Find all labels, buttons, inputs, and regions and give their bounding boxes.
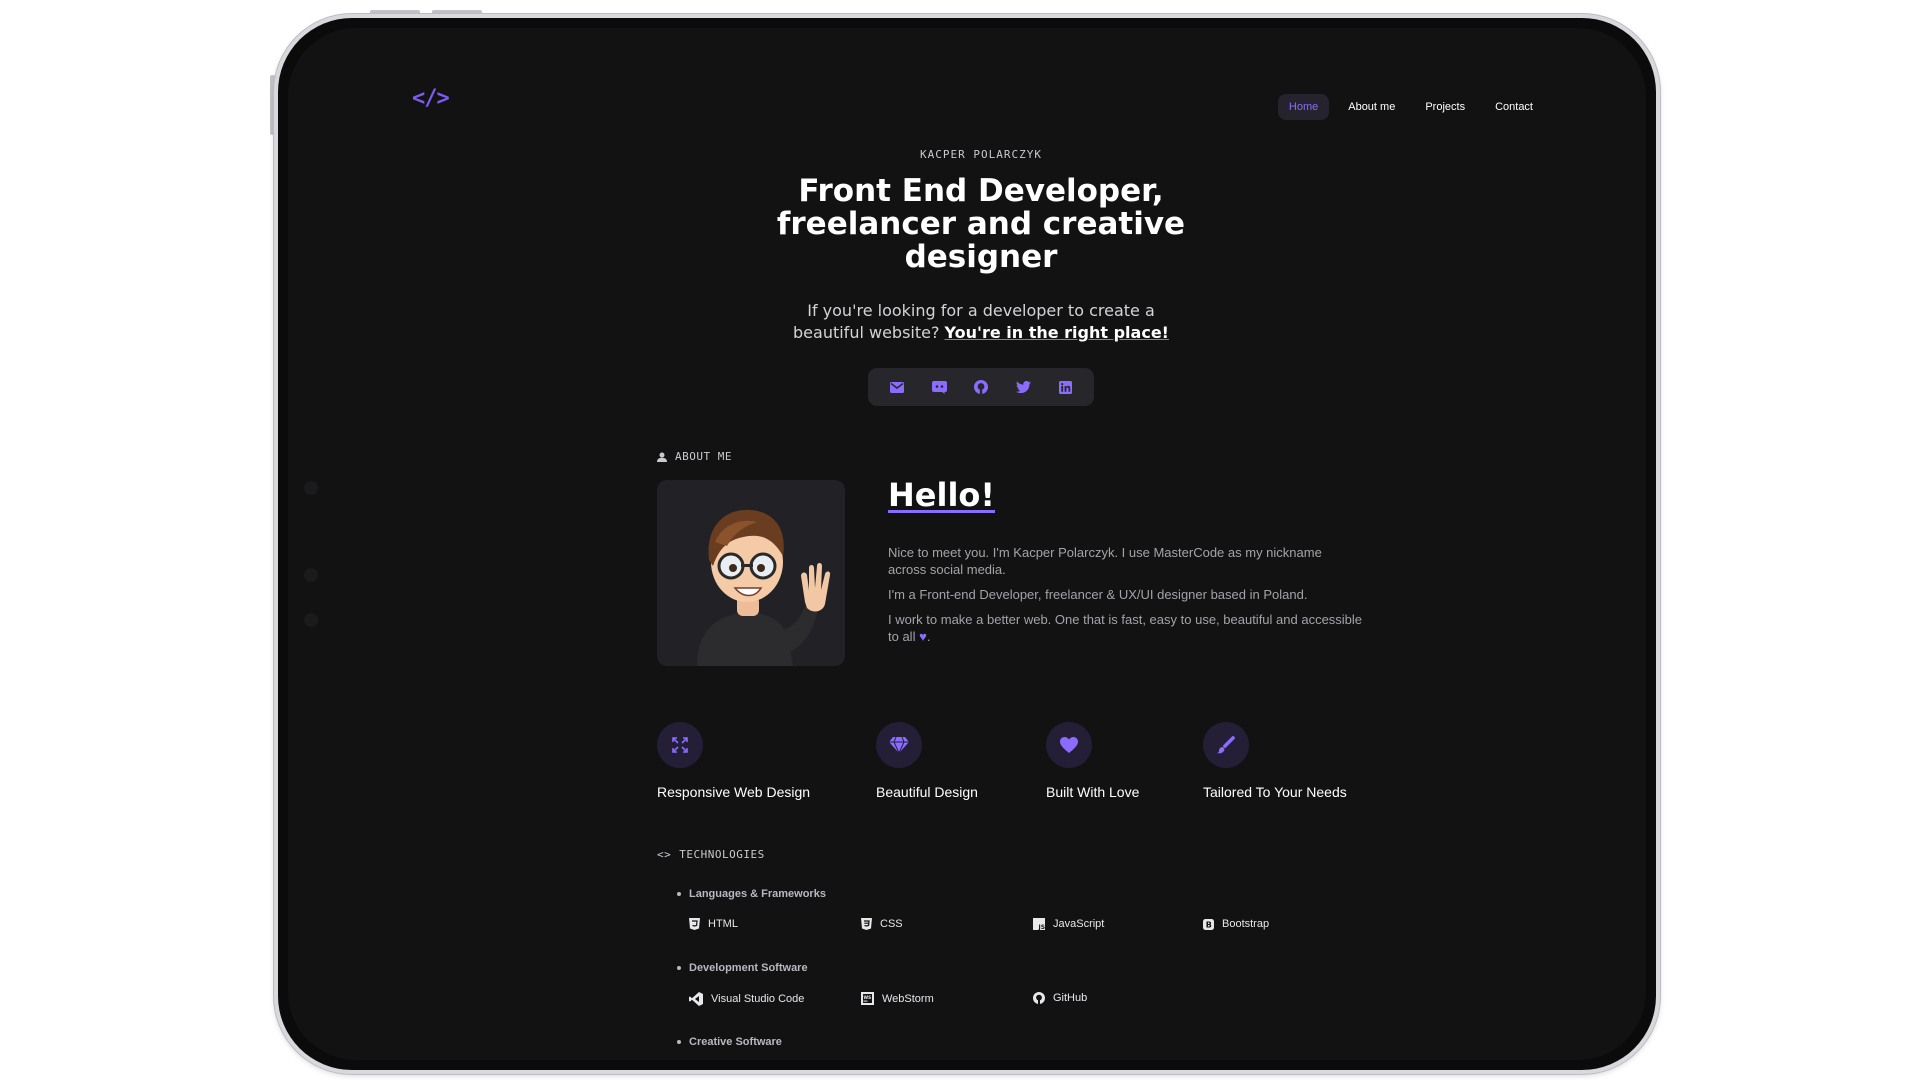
nav-links: Home About me Projects Contact (1277, 94, 1544, 120)
logo[interactable]: </> (412, 86, 450, 111)
tech-group-title-text: Languages & Frameworks (689, 888, 826, 900)
heart-icon: ♥ (919, 629, 927, 644)
about-text: Nice to meet you. I'm Kacper Polarczyk. … (888, 544, 1363, 653)
tech-item-label: HTML (708, 918, 738, 930)
tech-group-title: Creative Software (677, 1036, 782, 1048)
tech-group-title: Development Software (677, 962, 808, 974)
tech-item-javascript: JS JavaScript (1033, 918, 1104, 930)
hero-subline-link[interactable]: You're in the right place! (945, 323, 1169, 342)
vscode-icon (689, 992, 703, 1006)
tech-items: Visual Studio Code WS WebStorm GitHub (677, 992, 1087, 1012)
bullet (677, 892, 681, 896)
feature-label: Tailored To Your Needs (1203, 784, 1347, 800)
feature-label: Built With Love (1046, 784, 1140, 800)
technologies-section-label-text: TECHNOLOGIES (679, 848, 765, 861)
tech-group-creative: Creative Software (677, 1036, 782, 1048)
nav-link-home[interactable]: Home (1277, 94, 1330, 120)
hero-headline: Front End Developer, freelancer and crea… (776, 173, 1186, 275)
about-paragraph-end: . (926, 629, 931, 644)
tech-item-html: HTML (689, 918, 738, 930)
tablet-frame: </> Home About me Projects Contact KACPE… (274, 14, 1660, 1074)
person-icon (657, 452, 667, 462)
diamond-icon (876, 722, 922, 768)
brush-icon (1203, 722, 1249, 768)
about-section-label-text: ABOUT ME (675, 450, 732, 463)
avatar (657, 480, 845, 666)
mail-icon[interactable] (885, 375, 909, 399)
tech-group-development: Development Software Visual Studio Code … (677, 962, 1087, 1012)
features-row: Responsive Web Design Beautiful Design B… (657, 722, 1417, 802)
about-section-label: ABOUT ME (657, 450, 732, 463)
code-icon: <> (657, 848, 672, 861)
svg-text:JS: JS (1038, 924, 1046, 930)
tech-item-webstorm: WS WebStorm (861, 992, 934, 1005)
linkedin-icon[interactable] (1053, 375, 1077, 399)
tech-group-title: Languages & Frameworks (677, 888, 826, 900)
tech-item-label: WebStorm (882, 992, 934, 1005)
html5-icon (689, 918, 700, 930)
feature-label: Beautiful Design (876, 784, 978, 800)
nav-link-about[interactable]: About me (1337, 94, 1406, 120)
about-paragraph: Nice to meet you. I'm Kacper Polarczyk. … (888, 545, 1322, 577)
javascript-icon: JS (1033, 918, 1045, 930)
tech-group-title-text: Development Software (689, 962, 808, 974)
about-paragraph: I'm a Front-end Developer, freelancer & … (888, 587, 1308, 602)
hero-eyebrow: KACPER POLARCZYK (920, 148, 1042, 161)
side-dot (304, 613, 318, 627)
discord-icon[interactable] (927, 375, 951, 399)
screen: </> Home About me Projects Contact KACPE… (288, 28, 1646, 1060)
tech-item-github: GitHub (1033, 992, 1087, 1004)
svg-text:B: B (1206, 920, 1212, 929)
bullet (677, 1040, 681, 1044)
feature-label: Responsive Web Design (657, 784, 811, 800)
side-dot (304, 568, 318, 582)
nav-link-contact[interactable]: Contact (1484, 94, 1544, 120)
tablet-bezel: </> Home About me Projects Contact KACPE… (278, 18, 1656, 1070)
nav-link-projects[interactable]: Projects (1414, 94, 1476, 120)
feature-tailored: Tailored To Your Needs (1203, 722, 1347, 800)
tech-item-label: CSS (880, 918, 903, 930)
heart-icon (1046, 722, 1092, 768)
tech-item-label: Visual Studio Code (711, 993, 805, 1005)
tech-item-css: CSS (861, 918, 903, 930)
page-content: </> Home About me Projects Contact KACPE… (322, 74, 1640, 1060)
bullet (677, 966, 681, 970)
technologies-section-label: <> TECHNOLOGIES (657, 848, 765, 861)
bootstrap-icon: B (1203, 918, 1214, 930)
about-paragraph-text: I work to make a better web. One that is… (888, 612, 1363, 644)
css3-icon (861, 918, 872, 930)
social-links (868, 368, 1094, 406)
side-dot (304, 481, 318, 495)
tech-group-languages: Languages & Frameworks HTML CSS JS JavaS… (677, 888, 1269, 938)
tech-item-label: Bootstrap (1222, 918, 1270, 930)
github-icon (1033, 992, 1045, 1004)
webstorm-icon: WS (861, 992, 874, 1005)
svg-text:WS: WS (864, 995, 872, 1000)
tech-items: HTML CSS JS JavaScript B Bootstrap (677, 918, 1269, 938)
feature-love: Built With Love (1046, 722, 1139, 800)
expand-icon (657, 722, 703, 768)
about-paragraph: I work to make a better web. One that is… (888, 611, 1363, 645)
tech-item-label: JavaScript (1053, 918, 1105, 930)
feature-responsive: Responsive Web Design (657, 722, 810, 800)
top-nav: </> Home About me Projects Contact (322, 74, 1640, 130)
tech-item-label: GitHub (1053, 992, 1088, 1004)
about-greeting: Hello! (888, 476, 995, 514)
feature-beautiful: Beautiful Design (876, 722, 978, 800)
tech-item-bootstrap: B Bootstrap (1203, 918, 1269, 930)
github-icon[interactable] (969, 375, 993, 399)
twitter-icon[interactable] (1011, 375, 1035, 399)
tech-group-title-text: Creative Software (689, 1036, 782, 1048)
tech-item-vscode: Visual Studio Code (689, 992, 804, 1006)
hero-subline: If you're looking for a developer to cre… (781, 300, 1181, 344)
hero-section: KACPER POLARCZYK Front End Developer, fr… (322, 148, 1640, 406)
